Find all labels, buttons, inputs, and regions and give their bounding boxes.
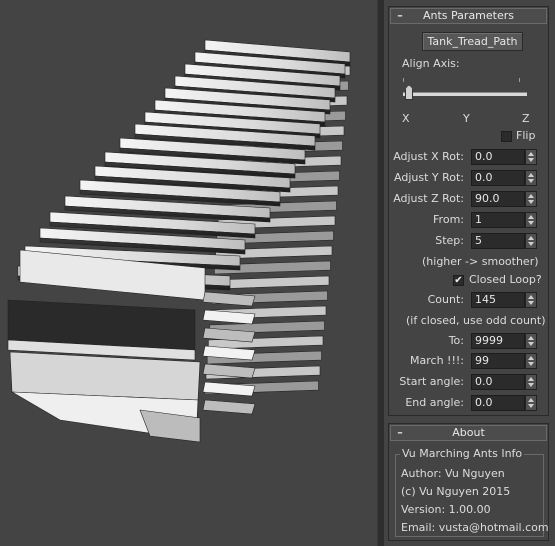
spinner-arrows-icon[interactable] [525, 191, 537, 207]
slider-thumb[interactable] [405, 85, 413, 100]
collapse-icon[interactable]: – [395, 9, 405, 23]
closed-loop-checkbox[interactable]: ✔ [453, 275, 464, 286]
info-group-title: Vu Marching Ants Info [400, 447, 525, 460]
to-field[interactable]: 9999 [471, 333, 525, 349]
count-field[interactable]: 145 [471, 292, 525, 308]
pick-path-button[interactable]: Tank_Tread_Path [422, 32, 523, 51]
from-spinner[interactable]: 1 [471, 212, 539, 228]
flip-label: Flip [516, 129, 536, 142]
axis-x-label: X [402, 112, 410, 125]
adjust-x-rot-label: Adjust X Rot: [393, 150, 464, 163]
spinner-arrows-icon[interactable] [525, 395, 537, 411]
axis-y-label: Y [463, 112, 470, 125]
tread-wrap [9, 351, 201, 401]
march-label: March !!!: [410, 354, 464, 367]
adjust-x-rot-spinner[interactable]: 0.0 [471, 149, 539, 165]
march-spinner[interactable]: 99 [471, 353, 539, 369]
count-label: Count: [427, 293, 464, 306]
about-rollout: – About Vu Marching Ants Info Author: Vu… [388, 423, 549, 541]
from-label: From: [433, 213, 464, 226]
tread-link-back [212, 275, 330, 290]
copyright-text: (c) Vu Nguyen 2015 [401, 485, 511, 498]
adjust-y-rot-label: Adjust Y Rot: [394, 171, 464, 184]
about-header[interactable]: – About [390, 425, 547, 441]
count-hint: (if closed, use odd count) [406, 314, 546, 327]
end-angle-label: End angle: [405, 396, 464, 409]
collapse-icon[interactable]: – [395, 426, 405, 440]
tank-tread-render [7, 39, 351, 443]
to-spinner[interactable]: 9999 [471, 333, 539, 349]
end-angle-field[interactable]: 0.0 [471, 395, 525, 411]
adjust-x-rot-field[interactable]: 0.0 [471, 149, 525, 165]
step-spinner[interactable]: 5 [471, 233, 539, 249]
ants-parameters-rollout: – Ants Parameters Tank_Tread_Path Align … [388, 6, 549, 416]
march-field[interactable]: 99 [471, 353, 525, 369]
email-text: Email: vusta@hotmail.com [401, 521, 549, 534]
spinner-arrows-icon[interactable] [525, 374, 537, 390]
ants-parameters-header[interactable]: – Ants Parameters [390, 8, 547, 24]
start-angle-spinner[interactable]: 0.0 [471, 374, 539, 390]
to-label: To: [448, 334, 464, 347]
step-field[interactable]: 5 [471, 233, 525, 249]
adjust-z-rot-field[interactable]: 90.0 [471, 191, 525, 207]
rollout-title: About [452, 426, 485, 439]
version-text: Version: 1.00.00 [401, 503, 491, 516]
from-field[interactable]: 1 [471, 212, 525, 228]
spinner-arrows-icon[interactable] [525, 149, 537, 165]
adjust-y-rot-spinner[interactable]: 0.0 [471, 170, 539, 186]
align-axis-label: Align Axis: [402, 57, 460, 70]
spinner-arrows-icon[interactable] [525, 233, 537, 249]
count-spinner[interactable]: 145 [471, 292, 539, 308]
spinner-arrows-icon[interactable] [525, 292, 537, 308]
align-axis-slider[interactable] [403, 73, 529, 103]
start-angle-field[interactable]: 0.0 [471, 374, 525, 390]
rollout-title: Ants Parameters [423, 9, 514, 22]
axis-z-label: Z [522, 112, 530, 125]
flip-checkbox[interactable] [501, 131, 512, 142]
spinner-arrows-icon[interactable] [525, 333, 537, 349]
start-angle-label: Start angle: [399, 375, 464, 388]
end-angle-spinner[interactable]: 0.0 [471, 395, 539, 411]
adjust-y-rot-field[interactable]: 0.0 [471, 170, 525, 186]
step-label: Step: [435, 234, 464, 247]
adjust-z-rot-label: Adjust Z Rot: [393, 192, 464, 205]
spinner-arrows-icon[interactable] [525, 353, 537, 369]
adjust-z-rot-spinner[interactable]: 90.0 [471, 191, 539, 207]
tread-link-curl [202, 399, 256, 415]
author-text: Author: Vu Nguyen [401, 467, 505, 480]
command-panel: – Ants Parameters Tank_Tread_Path Align … [384, 0, 555, 546]
viewport-3d[interactable] [0, 0, 377, 546]
spinner-arrows-icon[interactable] [525, 170, 537, 186]
spinner-arrows-icon[interactable] [525, 212, 537, 228]
closed-loop-label: Closed Loop? [469, 273, 542, 286]
step-hint: (higher -> smoother) [422, 255, 539, 268]
